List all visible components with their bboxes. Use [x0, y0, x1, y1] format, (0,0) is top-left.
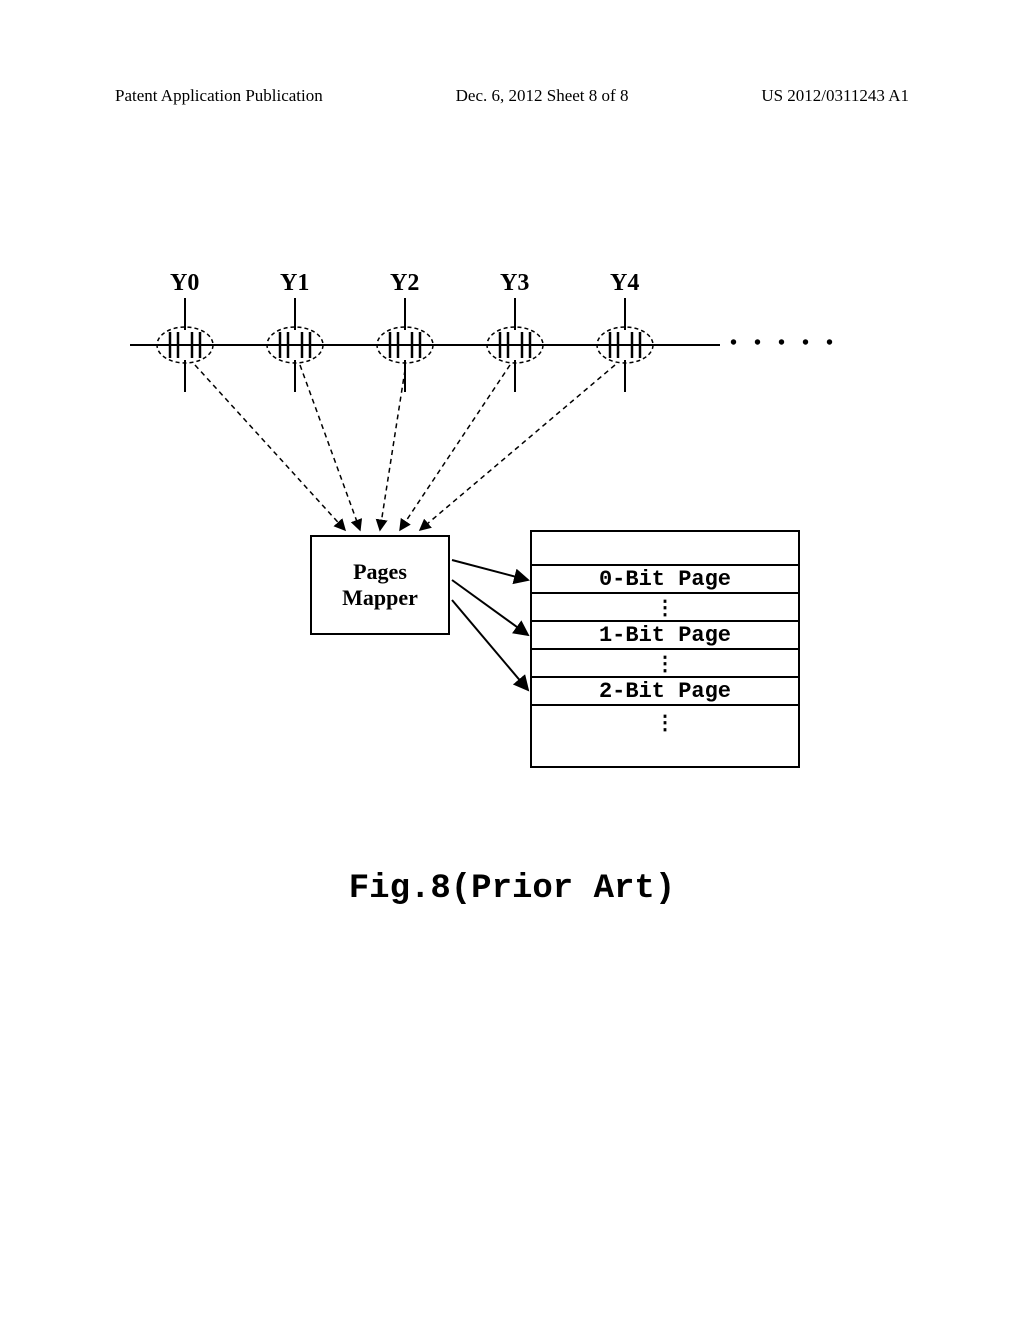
page-row-blank-top	[532, 532, 798, 566]
figure-caption: Fig.8(Prior Art)	[0, 870, 1024, 908]
page-row-2bit: 2-Bit Page	[532, 678, 798, 706]
mapper-label-2: Mapper	[342, 585, 418, 611]
page-header: Patent Application Publication Dec. 6, 2…	[115, 86, 909, 106]
header-left: Patent Application Publication	[115, 86, 323, 106]
header-right: US 2012/0311243 A1	[761, 86, 909, 106]
page-row-dots-1: ⋮	[532, 650, 798, 678]
page-row-1bit: 1-Bit Page	[532, 622, 798, 650]
page-table: 0-Bit Page ⋮ 1-Bit Page ⋮ 2-Bit Page ⋮	[530, 530, 800, 768]
mapper-label-1: Pages	[353, 559, 407, 585]
header-center: Dec. 6, 2012 Sheet 8 of 8	[456, 86, 629, 106]
pages-mapper-box: Pages Mapper	[310, 535, 450, 635]
diagram-container: Y0 Y1 Y2 Y3 Y4 • • • • •	[130, 270, 910, 890]
page-row-0bit: 0-Bit Page	[532, 566, 798, 594]
page-row-dots-2: ⋮	[532, 706, 798, 766]
page-row-dots-0: ⋮	[532, 594, 798, 622]
